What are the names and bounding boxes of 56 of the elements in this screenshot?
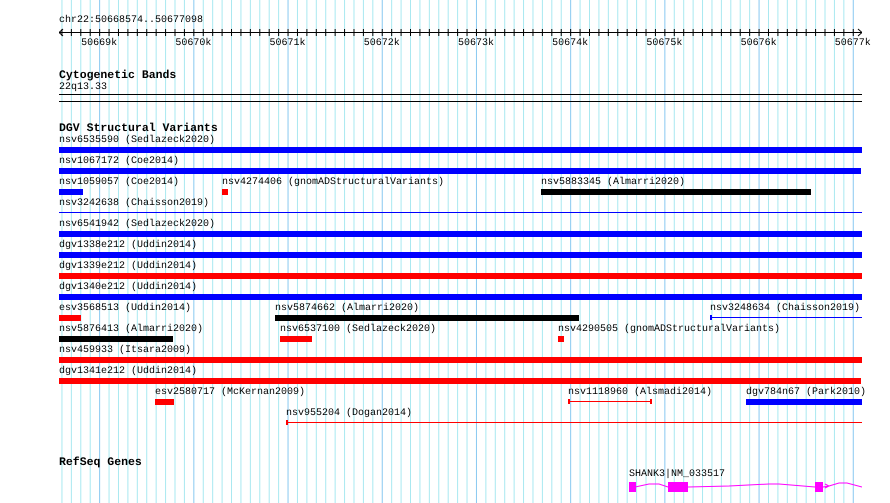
variant-label: dgv1339e212 (Uddin2014) [59,261,198,272]
variant-bar[interactable] [59,231,862,237]
ruler-tick-label: 50673k [458,38,494,49]
gene-model-drawing[interactable] [629,480,862,494]
variant-label: dgv1341e212 (Uddin2014) [59,366,198,377]
variant-bar[interactable] [59,357,862,363]
variant-label: nsv459933 (Itsara2009) [59,345,192,356]
variant-label: nsv3242638 (Chaisson2019) [59,198,210,209]
variant-label: nsv4290505 (gnomADStructuralVariants) [558,324,780,335]
variant-label: nsv955204 (Dogan2014) [286,408,412,419]
variant-bar[interactable] [59,168,861,174]
band-label: 22q13.33 [59,82,108,93]
ruler-tick-label: 50670k [175,38,212,49]
variant-bar[interactable] [155,399,174,405]
variant-label: nsv4274406 (gnomADStructuralVariants) [222,177,444,188]
variant-bar[interactable] [59,294,862,300]
variant-bar[interactable] [59,147,862,153]
ruler-tick-label: 50671k [270,38,306,49]
variant-bar[interactable] [59,189,83,195]
variant-label: nsv1067172 (Coe2014) [59,156,180,167]
variant-label: dgv784n67 (Park2010) [746,387,866,398]
track-title: DGV Structural Variants [59,123,219,135]
variant-bar[interactable] [275,315,579,321]
variant-label: nsv5876413 (Almarri2020) [59,324,204,335]
variant-bar[interactable] [746,399,862,405]
variant-label: nsv5874662 (Almarri2020) [275,303,420,314]
variant-bar[interactable] [59,378,861,384]
variant-bar[interactable] [558,336,564,342]
variant-label: dgv1340e212 (Uddin2014) [59,282,198,293]
variant-bar[interactable] [280,336,312,342]
ruler-tick-label: 50674k [552,38,588,49]
variant-label: esv3568513 (Uddin2014) [59,303,192,314]
variant-label: nsv6535590 (Sedlazeck2020) [59,135,216,146]
location-label: chr22:50668574..50677098 [59,14,204,26]
variant-bar[interactable] [59,315,81,321]
ruler-tick-label: 50672k [364,38,400,49]
variant-label: nsv3248634 (Chaisson2019) [710,303,860,314]
variant-label: esv2580717 (McKernan2009) [155,387,306,398]
variant-bar[interactable] [59,273,862,279]
ruler-tick-label: 50675k [646,38,682,49]
ruler-tick-label: 50669k [81,38,118,49]
ruler-tick-label: 50677k [834,38,871,49]
ruler-tick-label: 50676k [740,38,777,49]
variant-label: nsv6541942 (Sedlazeck2020) [59,219,216,230]
variant-bar[interactable] [59,336,173,342]
variant-bar[interactable] [59,252,862,258]
variant-bar[interactable] [541,189,811,195]
track-title: Cytogenetic Bands [59,70,178,82]
variant-label: nsv1059057 (Coe2014) [59,177,180,188]
variant-bar[interactable] [222,189,228,195]
variant-label: dgv1338e212 (Uddin2014) [59,240,198,251]
gene-label: SHANK3|NM_033517 [629,469,726,480]
variant-label: nsv6537100 (Sedlazeck2020) [280,324,436,335]
variant-label: nsv5883345 (Almarri2020) [541,177,686,188]
variant-label: nsv1118960 (Alsmadi2014) [568,387,712,398]
track-title: RefSeq Genes [59,457,143,469]
